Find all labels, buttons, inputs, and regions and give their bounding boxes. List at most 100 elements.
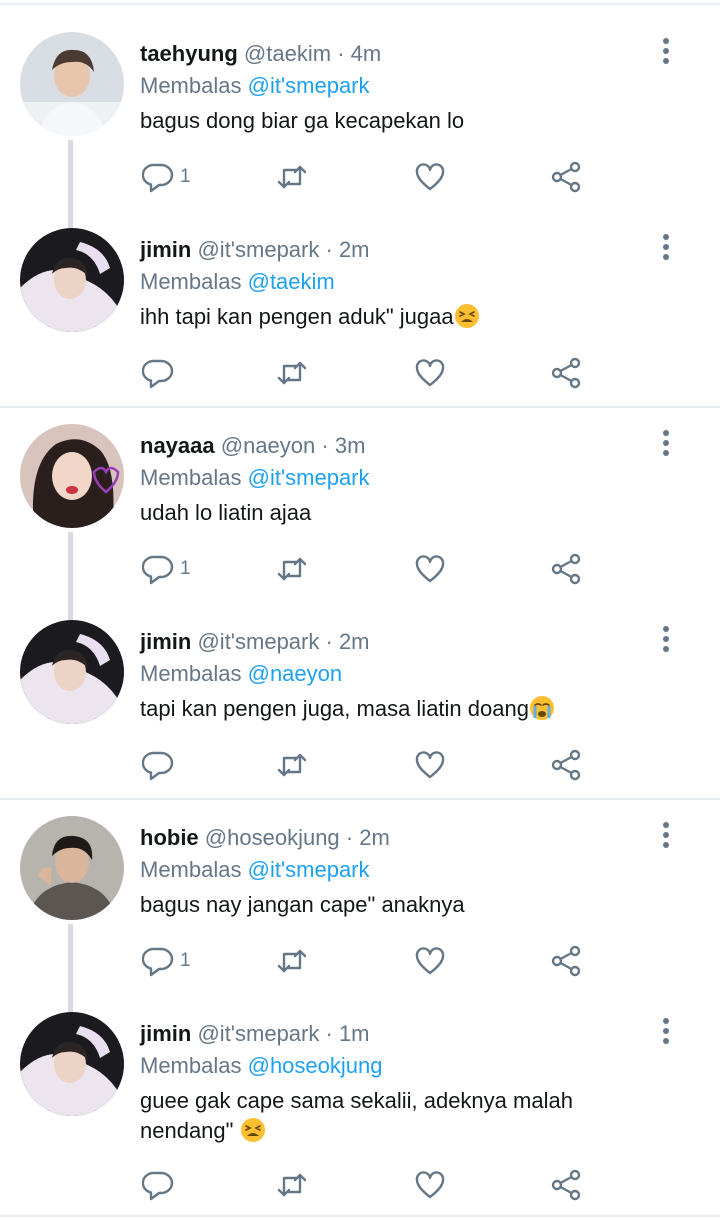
retweet-icon [277, 1173, 307, 1197]
tweet-header: jimin @it'smepark · 2m [140, 236, 370, 264]
display-name[interactable]: hobie [140, 825, 199, 850]
handle[interactable]: @it'smepark [197, 237, 319, 262]
retweet-button[interactable] [276, 1168, 308, 1202]
more-vertical-icon[interactable] [656, 1016, 676, 1046]
heart-icon [415, 947, 445, 975]
tweet-item[interactable]: jimin @it'smepark · 2m Membalas @taekim … [0, 228, 720, 408]
share-button[interactable] [550, 1168, 582, 1202]
tweet-header: nayaaa @naeyon · 3m [140, 432, 365, 460]
reply-button[interactable]: 1 [142, 160, 191, 194]
like-button[interactable] [414, 356, 446, 390]
mention-link[interactable]: @taekim [248, 269, 335, 294]
mention-link[interactable]: @naeyon [248, 661, 343, 686]
avatar[interactable] [20, 1012, 124, 1116]
avatar[interactable] [20, 620, 124, 724]
heart-icon [415, 163, 445, 191]
more-vertical-icon[interactable] [656, 36, 676, 66]
like-button[interactable] [414, 160, 446, 194]
heart-icon [415, 555, 445, 583]
replying-to: Membalas @taekim [140, 268, 335, 296]
divider [0, 1215, 720, 1217]
retweet-icon [277, 753, 307, 777]
retweet-button[interactable] [276, 160, 308, 194]
timestamp[interactable]: · 3m [321, 433, 365, 458]
heart-icon [415, 359, 445, 387]
share-icon [551, 749, 581, 781]
handle[interactable]: @hoseokjung [205, 825, 340, 850]
reply-button[interactable] [142, 356, 180, 390]
tweet-text-content: bagus dong biar ga kecapekan lo [140, 108, 465, 133]
handle[interactable]: @it'smepark [197, 1021, 319, 1046]
replying-prefix: Membalas [140, 465, 242, 490]
tweet-item[interactable]: jimin @it'smepark · 1m Membalas @hoseokj… [0, 1012, 720, 1212]
reply-icon [142, 751, 174, 781]
avatar[interactable] [20, 32, 124, 136]
display-name[interactable]: jimin [140, 629, 191, 654]
share-button[interactable] [550, 552, 582, 586]
retweet-button[interactable] [276, 944, 308, 978]
avatar[interactable] [20, 816, 124, 920]
replying-to: Membalas @it'smepark [140, 856, 370, 884]
display-name[interactable]: taehyung [140, 41, 238, 66]
retweet-button[interactable] [276, 356, 308, 390]
mention-link[interactable]: @it'smepark [248, 73, 370, 98]
handle[interactable]: @taekim [244, 41, 331, 66]
share-icon [551, 161, 581, 193]
share-button[interactable] [550, 356, 582, 390]
reply-icon [142, 555, 174, 585]
tweet-item[interactable]: nayaaa @naeyon · 3m Membalas @it'smepark… [0, 424, 720, 604]
more-vertical-icon[interactable] [656, 820, 676, 850]
like-button[interactable] [414, 944, 446, 978]
handle[interactable]: @it'smepark [197, 629, 319, 654]
timestamp[interactable]: · 2m [326, 629, 370, 654]
tired-face-emoji [454, 304, 479, 328]
tweet-item[interactable]: hobie @hoseokjung · 2m Membalas @it'smep… [0, 816, 720, 996]
mention-link[interactable]: @it'smepark [248, 857, 370, 882]
like-button[interactable] [414, 1168, 446, 1202]
like-button[interactable] [414, 552, 446, 586]
tweet-text-content: tapi kan pengen juga, masa liatin doang [140, 696, 529, 721]
avatar[interactable] [20, 228, 124, 332]
share-icon [551, 357, 581, 389]
replying-prefix: Membalas [140, 1053, 242, 1078]
avatar[interactable] [20, 424, 124, 528]
timestamp[interactable]: · 4m [337, 41, 381, 66]
tweet-item[interactable]: taehyung @taekim · 4m Membalas @it'smepa… [0, 32, 720, 212]
timestamp[interactable]: · 2m [326, 237, 370, 262]
share-button[interactable] [550, 748, 582, 782]
display-name[interactable]: nayaaa [140, 433, 215, 458]
replying-to: Membalas @hoseokjung [140, 1052, 382, 1080]
tweet-text-content: bagus nay jangan cape" anaknya [140, 892, 465, 917]
display-name[interactable]: jimin [140, 237, 191, 262]
retweet-icon [277, 165, 307, 189]
share-button[interactable] [550, 944, 582, 978]
more-vertical-icon[interactable] [656, 428, 676, 458]
more-vertical-icon[interactable] [656, 232, 676, 262]
share-icon [551, 553, 581, 585]
reply-button[interactable] [142, 1168, 180, 1202]
more-vertical-icon[interactable] [656, 624, 676, 654]
tweet-text-content: guee gak cape sama sekalii, adeknya mala… [140, 1088, 573, 1143]
mention-link[interactable]: @it'smepark [248, 465, 370, 490]
tweet-text-content: udah lo liatin ajaa [140, 500, 312, 525]
replying-prefix: Membalas [140, 857, 242, 882]
share-button[interactable] [550, 160, 582, 194]
share-icon [551, 1169, 581, 1201]
like-button[interactable] [414, 748, 446, 782]
retweet-icon [277, 949, 307, 973]
timestamp[interactable]: · 1m [326, 1021, 370, 1046]
reply-button[interactable]: 1 [142, 552, 191, 586]
retweet-button[interactable] [276, 748, 308, 782]
mention-link[interactable]: @hoseokjung [248, 1053, 383, 1078]
tweet-text: ihh tapi kan pengen aduk" jugaa [140, 302, 660, 332]
reply-button[interactable]: 1 [142, 944, 191, 978]
display-name[interactable]: jimin [140, 1021, 191, 1046]
replying-prefix: Membalas [140, 661, 242, 686]
action-bar: 1 [140, 160, 600, 194]
timestamp[interactable]: · 2m [346, 825, 390, 850]
retweet-button[interactable] [276, 552, 308, 586]
tweet-text-content: ihh tapi kan pengen aduk" jugaa [140, 304, 454, 329]
reply-button[interactable] [142, 748, 180, 782]
handle[interactable]: @naeyon [221, 433, 316, 458]
tweet-item[interactable]: jimin @it'smepark · 2m Membalas @naeyon … [0, 620, 720, 800]
